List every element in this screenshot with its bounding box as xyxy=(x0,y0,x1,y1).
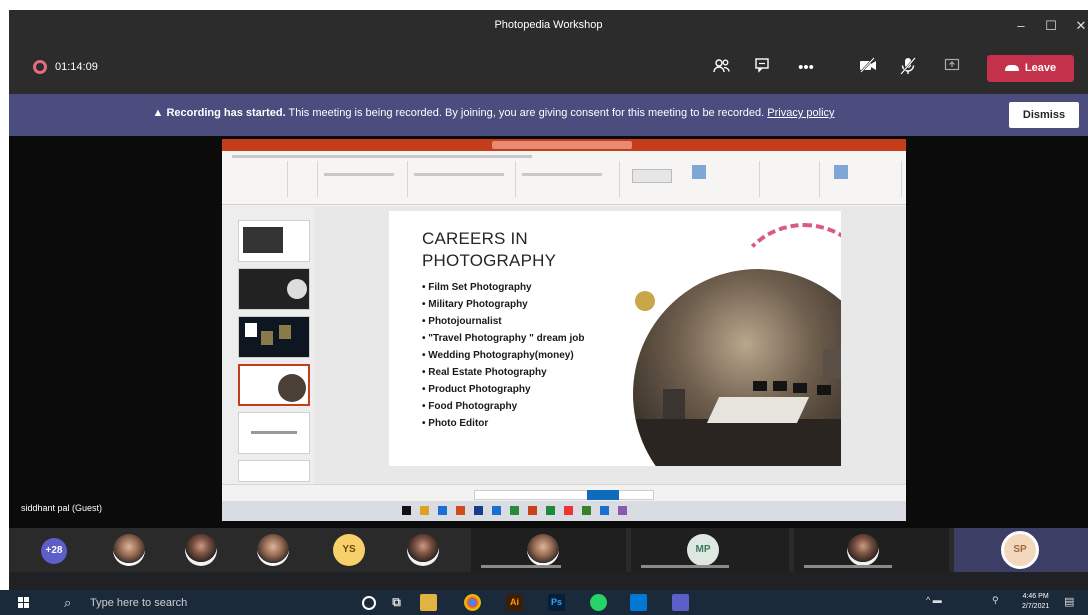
clock-date: 2/7/2021 xyxy=(1022,603,1050,610)
file-explorer-icon[interactable] xyxy=(420,594,437,611)
slide-title: CAREERS IN PHOTOGRAPHY xyxy=(422,228,556,272)
teams-icon[interactable] xyxy=(672,594,689,611)
participant-avatar[interactable] xyxy=(185,534,217,566)
search-icon: ⌕ xyxy=(64,595,72,610)
slide-thumbnail[interactable] xyxy=(238,316,310,358)
chrome-icon[interactable] xyxy=(464,594,481,611)
screenshot-frame: Photopedia Workshop – ☐ ✕ 01:14:09 ••• L… xyxy=(0,0,1088,615)
participants-icon[interactable] xyxy=(711,57,733,79)
chat-icon[interactable] xyxy=(751,57,773,79)
taskbar-search-placeholder: Type here to search xyxy=(90,597,188,609)
participant-avatar-initials[interactable]: YS xyxy=(333,534,365,566)
list-item: Photo Editor xyxy=(422,415,584,432)
meeting-control-bar: 01:14:09 ••• Leave xyxy=(9,42,1088,94)
participant-avatar[interactable] xyxy=(113,534,145,566)
privacy-policy-link[interactable]: Privacy policy xyxy=(767,107,834,119)
slide-thumbnail-pane xyxy=(222,206,314,484)
slide-thumbnail-selected[interactable] xyxy=(238,364,310,406)
cortana-icon[interactable] xyxy=(362,596,376,610)
list-item: Film Set Photography xyxy=(422,279,584,296)
slide-thumbnail[interactable] xyxy=(238,412,310,454)
slide-title-line: CAREERS IN xyxy=(422,229,528,248)
powerpoint-search-box xyxy=(492,141,632,149)
list-item: Food Photography xyxy=(422,398,584,415)
meeting-timer: 01:14:09 xyxy=(55,61,98,73)
taskbar-clock[interactable]: 4:46 PM 2/7/2021 xyxy=(1022,592,1049,612)
decorative-dot xyxy=(635,291,655,311)
slide-title-line: PHOTOGRAPHY xyxy=(422,251,557,270)
mic-muted-icon[interactable] xyxy=(897,57,919,79)
windows-taskbar: ⌕ Type here to search ⧉ Ai Ps ^ ▬ ⚲ 4:46… xyxy=(0,590,1088,615)
recording-banner: ▲ Recording has started. This meeting is… xyxy=(9,94,1088,136)
camera-off-icon[interactable] xyxy=(857,57,879,79)
participant-strip: +28 YS MP SP xyxy=(9,528,1088,572)
list-item: Military Photography xyxy=(422,296,584,313)
participant-avatar-initials[interactable]: MP xyxy=(687,534,719,566)
maximize-icon[interactable]: ☐ xyxy=(1039,16,1063,36)
whatsapp-icon[interactable] xyxy=(590,594,607,611)
notes-pane xyxy=(474,490,654,500)
more-options-icon[interactable]: ••• xyxy=(795,57,817,79)
mail-icon[interactable] xyxy=(630,594,647,611)
close-icon[interactable]: ✕ xyxy=(1069,16,1088,36)
minimize-icon[interactable]: – xyxy=(1009,16,1033,36)
powerpoint-ribbon xyxy=(222,151,906,205)
shared-screen: CAREERS IN PHOTOGRAPHY Film Set Photogra… xyxy=(222,139,906,521)
list-item: "Travel Photography " dream job xyxy=(422,330,584,347)
shared-content-stage: CAREERS IN PHOTOGRAPHY Film Set Photogra… xyxy=(9,136,1088,528)
share-screen-icon[interactable] xyxy=(941,57,963,79)
show-hidden-icons-icon[interactable]: ^ ▬ xyxy=(926,595,942,605)
leave-label: Leave xyxy=(1024,62,1057,74)
slide-thumbnail[interactable] xyxy=(238,268,310,310)
warning-icon: ▲ xyxy=(152,107,167,119)
network-icon[interactable]: ⚲ xyxy=(992,595,999,606)
participant-avatar[interactable] xyxy=(257,534,289,566)
recording-message: ▲ Recording has started. This meeting is… xyxy=(9,107,978,119)
photoshop-icon[interactable]: Ps xyxy=(548,594,565,611)
list-item: Photojournalist xyxy=(422,313,584,330)
self-avatar-initials[interactable]: SP xyxy=(1001,531,1039,569)
task-view-icon[interactable]: ⧉ xyxy=(388,594,405,611)
presenter-name-label: siddhant pal (Guest) xyxy=(21,503,103,513)
recording-consent-text: This meeting is being recorded. By joini… xyxy=(285,107,768,119)
clock-time: 4:46 PM xyxy=(1022,593,1049,600)
recording-icon xyxy=(33,60,47,74)
leave-button[interactable]: Leave xyxy=(987,55,1074,82)
participant-avatar[interactable] xyxy=(527,534,559,566)
phone-hangup-icon xyxy=(1004,65,1019,72)
career-list: Film Set Photography Military Photograph… xyxy=(422,279,584,432)
list-item: Wedding Photography(money) xyxy=(422,347,584,364)
taskbar-search-box[interactable]: ⌕ Type here to search xyxy=(44,592,334,613)
dismiss-button[interactable]: Dismiss xyxy=(1009,102,1079,128)
participant-avatar[interactable] xyxy=(407,534,439,566)
powerpoint-title-bar xyxy=(222,139,906,151)
participant-overflow-count[interactable]: +28 xyxy=(41,538,67,564)
teams-meeting-window: Photopedia Workshop – ☐ ✕ 01:14:09 ••• L… xyxy=(9,10,1088,590)
slide-thumbnail[interactable] xyxy=(238,220,310,262)
slide-thumbnail[interactable] xyxy=(238,460,310,482)
notes-action-button xyxy=(587,490,619,500)
recording-started-text: Recording has started. xyxy=(166,107,286,119)
window-title: Photopedia Workshop xyxy=(494,19,603,31)
title-bar: Photopedia Workshop – ☐ ✕ xyxy=(9,10,1088,42)
participant-avatar[interactable] xyxy=(847,534,879,566)
current-slide: CAREERS IN PHOTOGRAPHY Film Set Photogra… xyxy=(389,211,841,466)
illustrator-icon[interactable]: Ai xyxy=(506,594,523,611)
list-item: Real Estate Photography xyxy=(422,364,584,381)
studio-photo xyxy=(633,269,841,466)
notifications-icon[interactable]: ▤ xyxy=(1064,595,1074,608)
list-item: Product Photography xyxy=(422,381,584,398)
windows-start-icon[interactable] xyxy=(18,597,30,609)
shared-taskbar xyxy=(222,501,906,521)
